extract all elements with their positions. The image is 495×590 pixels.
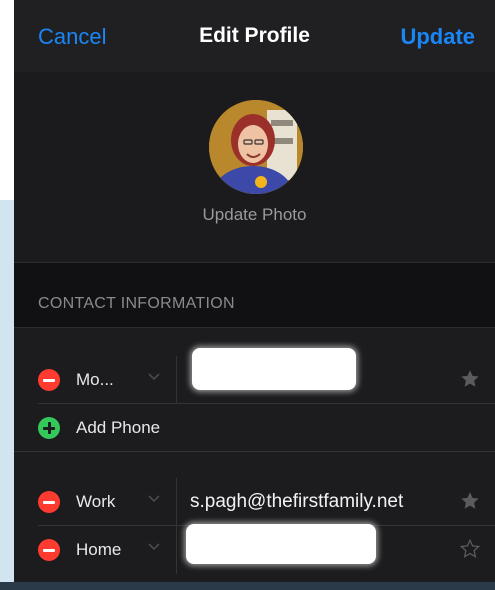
delete-phone-button[interactable] [38, 369, 60, 391]
chevron-down-icon[interactable] [146, 368, 162, 384]
chevron-down-icon[interactable] [146, 538, 162, 554]
email-field[interactable]: s.pagh@thefirstfamily.net [190, 491, 403, 513]
email-type-label[interactable]: Work [76, 492, 115, 512]
star-icon[interactable] [459, 368, 481, 390]
email-type-label[interactable]: Home [76, 540, 121, 560]
redacted-email-value[interactable] [186, 524, 376, 564]
divider [176, 526, 177, 574]
add-phone-label[interactable]: Add Phone [76, 418, 160, 438]
section-gap [14, 452, 495, 476]
add-phone-row[interactable]: Add Phone [14, 404, 495, 452]
update-button[interactable]: Update [400, 24, 475, 50]
phone-type-label[interactable]: Mo... [76, 370, 114, 390]
redacted-phone-value[interactable] [192, 348, 356, 390]
email-row-work: Work s.pagh@thefirstfamily.net [14, 478, 495, 526]
star-icon[interactable] [459, 490, 481, 512]
bottom-edge [0, 582, 495, 590]
chevron-down-icon[interactable] [146, 490, 162, 506]
avatar[interactable] [209, 100, 303, 194]
update-photo-button[interactable]: Update Photo [14, 205, 495, 225]
divider [176, 356, 177, 404]
section-title: CONTACT INFORMATION [38, 295, 235, 312]
photo-section: Update Photo [14, 72, 495, 260]
divider [176, 478, 177, 526]
contact-information-header: CONTACT INFORMATION [14, 262, 495, 328]
navigation-bar: Cancel Edit Profile Update [14, 0, 495, 72]
delete-email-button[interactable] [38, 491, 60, 513]
star-outline-icon[interactable] [459, 538, 481, 560]
delete-email-button[interactable] [38, 539, 60, 561]
profile-photo-icon [209, 100, 303, 194]
email-row-home: Home [14, 524, 495, 574]
phone-row: Mo... [14, 348, 495, 404]
edit-profile-screen: Cancel Edit Profile Update Update Photo … [14, 0, 495, 582]
background-strip [0, 0, 14, 200]
add-phone-icon[interactable] [38, 417, 60, 439]
